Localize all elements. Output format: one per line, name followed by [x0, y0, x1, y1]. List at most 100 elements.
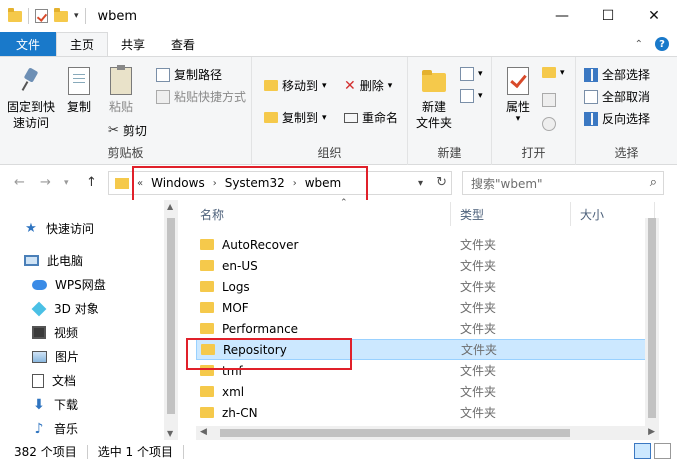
- copy-label: 复制: [66, 100, 91, 114]
- column-header-type[interactable]: 类型: [460, 200, 570, 228]
- tab-home[interactable]: 主页: [56, 32, 109, 56]
- file-type: 文件夹: [460, 322, 497, 336]
- back-arrow-icon[interactable]: ←: [14, 175, 25, 190]
- scroll-right-icon[interactable]: ▶: [648, 427, 655, 437]
- large-icons-view-icon[interactable]: [654, 443, 671, 459]
- file-name: Performance: [222, 321, 299, 336]
- nav-item-quick-access[interactable]: ★ 快速访问: [24, 220, 94, 237]
- copy-path-label: 复制路径: [174, 68, 223, 82]
- nav-item-label: 图片: [55, 350, 80, 364]
- column-header-size[interactable]: 大小: [580, 200, 650, 228]
- select-all-button[interactable]: 全部选择: [584, 66, 650, 83]
- window-title: wbem: [97, 8, 138, 24]
- copy-to-button[interactable]: 复制到 ▾: [264, 109, 327, 126]
- paste-shortcut-button[interactable]: 粘贴快捷方式: [156, 88, 246, 105]
- open-button[interactable]: ▾: [542, 67, 565, 78]
- details-view-icon[interactable]: [634, 443, 651, 459]
- sort-ascending-icon: ⌃: [340, 198, 348, 208]
- file-type: 文件夹: [460, 259, 497, 273]
- refresh-icon[interactable]: ↻: [436, 175, 447, 190]
- nav-scrollbar[interactable]: ▲ ▼: [164, 200, 178, 440]
- nav-item-wps-cloud[interactable]: WPS网盘: [32, 276, 106, 293]
- copy-path-button[interactable]: 复制路径: [156, 66, 222, 83]
- invert-selection-button[interactable]: 反向选择: [584, 110, 650, 127]
- download-icon: ⬇: [33, 396, 45, 413]
- nav-item-downloads[interactable]: ⬇ 下载: [32, 396, 78, 413]
- easy-access-button[interactable]: ▾: [460, 89, 483, 103]
- column-type-label: 类型: [460, 207, 485, 222]
- file-type: 文件夹: [460, 301, 497, 315]
- delete-label: 删除: [359, 79, 384, 93]
- scroll-down-icon[interactable]: ▼: [167, 429, 173, 438]
- recent-locations-chevron-icon[interactable]: ▾: [64, 178, 69, 188]
- pin-label-line2: 速访问: [12, 116, 49, 130]
- nav-scroll-thumb[interactable]: [167, 218, 175, 414]
- file-type: 文件夹: [460, 385, 497, 399]
- rename-button[interactable]: 重命名: [344, 109, 398, 126]
- minimize-button[interactable]: —: [539, 0, 585, 32]
- column-divider[interactable]: [450, 202, 451, 226]
- history-button[interactable]: [542, 117, 556, 131]
- select-none-icon: [584, 89, 598, 104]
- edit-button[interactable]: [542, 93, 556, 107]
- column-header-name[interactable]: 名称 ⌃: [200, 198, 450, 228]
- tab-share[interactable]: 共享: [108, 32, 158, 56]
- search-input[interactable]: 搜索"wbem" ⌕: [462, 171, 664, 195]
- select-none-button[interactable]: 全部取消: [584, 88, 650, 105]
- new-folder-label-line1: 新建: [421, 100, 446, 114]
- cut-label: 剪切: [122, 124, 147, 138]
- list-scroll-thumb[interactable]: [648, 218, 656, 418]
- paste-button[interactable]: 粘贴: [104, 65, 138, 115]
- nav-item-documents[interactable]: 文档: [32, 372, 76, 389]
- delete-button[interactable]: ✕ 删除 ▾: [344, 77, 392, 94]
- file-type: 文件夹: [460, 280, 497, 294]
- chevron-up-icon[interactable]: ⌃: [635, 39, 643, 50]
- search-icon[interactable]: ⌕: [650, 175, 657, 190]
- new-group-label: 新建: [437, 146, 462, 160]
- nav-item-this-pc[interactable]: 此电脑: [24, 252, 83, 269]
- table-row[interactable]: xml 文件夹: [196, 381, 659, 402]
- table-row[interactable]: Performance 文件夹: [196, 318, 659, 339]
- chevron-down-icon: ▾: [387, 80, 393, 91]
- new-item-button[interactable]: ▾: [460, 67, 483, 81]
- up-arrow-icon[interactable]: ↑: [86, 175, 97, 190]
- list-horizontal-scrollbar[interactable]: ◀ ▶: [196, 426, 659, 440]
- table-row[interactable]: Logs 文件夹: [196, 276, 659, 297]
- address-dropdown-icon[interactable]: ▾: [418, 178, 423, 189]
- new-folder-icon[interactable]: [54, 7, 68, 22]
- cut-button[interactable]: ✂ 剪切: [108, 122, 147, 139]
- nav-item-3d-objects[interactable]: 3D 对象: [31, 300, 99, 317]
- column-divider[interactable]: [570, 202, 571, 226]
- nav-item-videos[interactable]: 视频: [32, 324, 78, 341]
- properties-button[interactable]: 属性 ▾: [500, 67, 536, 124]
- document-icon: [32, 373, 44, 388]
- table-row[interactable]: en-US 文件夹: [196, 255, 659, 276]
- forward-arrow-icon[interactable]: →: [40, 175, 51, 190]
- move-to-button[interactable]: 移动到 ▾: [264, 77, 327, 94]
- tab-file[interactable]: 文件: [0, 32, 56, 56]
- help-icon[interactable]: ?: [655, 37, 669, 51]
- close-button[interactable]: ✕: [631, 0, 677, 32]
- pin-icon: [20, 67, 42, 93]
- copy-button[interactable]: 复制: [62, 67, 96, 115]
- pin-quick-access-button[interactable]: 固定到快 速访问: [6, 67, 56, 131]
- properties-icon[interactable]: [35, 9, 48, 23]
- open-group-label: 打开: [521, 146, 546, 160]
- new-folder-button[interactable]: 新建 文件夹: [414, 67, 454, 131]
- scroll-up-icon[interactable]: ▲: [167, 202, 173, 211]
- nav-item-pictures[interactable]: 图片: [32, 348, 79, 365]
- clipboard-group: 固定到快 速访问 复制 粘贴 复制路径 粘贴快捷方式 ✂ 剪切 剪贴板: [0, 57, 252, 165]
- nav-item-music[interactable]: ♪ 音乐: [32, 420, 78, 437]
- list-vertical-scrollbar[interactable]: [645, 218, 659, 440]
- table-row[interactable]: AutoRecover 文件夹: [196, 234, 659, 255]
- maximize-button[interactable]: ☐: [585, 0, 631, 32]
- scroll-left-icon[interactable]: ◀: [200, 427, 207, 437]
- file-list: 名称 ⌃ 类型 大小 AutoRecover 文件夹 en-US 文件夹 Log…: [178, 198, 677, 440]
- horizontal-scroll-thumb[interactable]: [220, 429, 570, 437]
- table-row[interactable]: MOF 文件夹: [196, 297, 659, 318]
- copy-path-icon: [156, 67, 170, 82]
- customize-dropdown-icon[interactable]: ▾: [74, 11, 79, 21]
- open-group: 属性 ▾ ▾ 打开: [492, 57, 576, 165]
- tab-view[interactable]: 查看: [158, 32, 208, 56]
- table-row[interactable]: zh-CN 文件夹: [196, 402, 659, 423]
